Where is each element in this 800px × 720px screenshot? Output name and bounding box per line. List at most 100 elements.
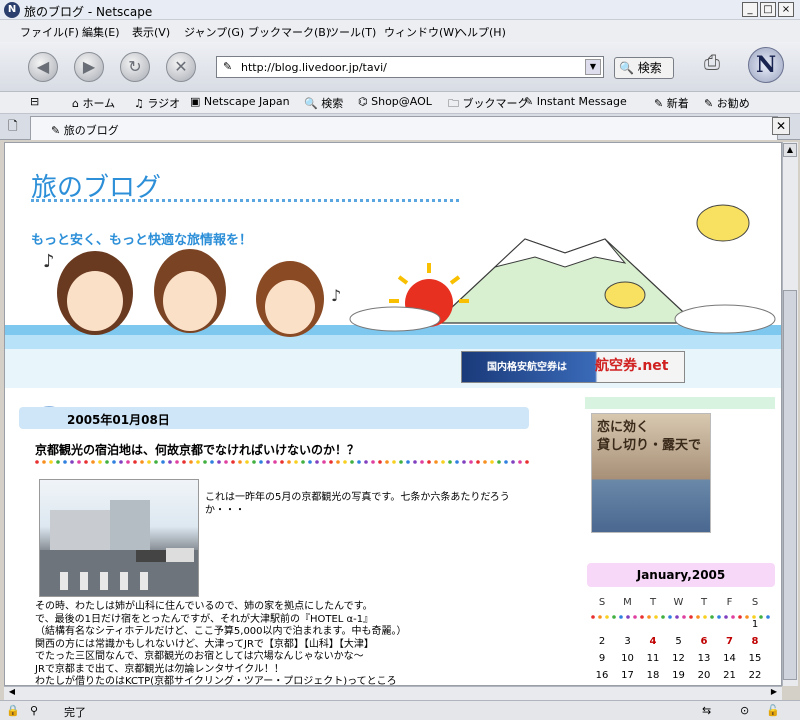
bookmark-netscape-japan[interactable]: ▣ Netscape Japan (190, 95, 290, 108)
rainbow-divider (35, 460, 529, 464)
page-content: 旅のブログ もっと安く、もっと快適な旅情報を！ ♪ ♪ 国内格安航空券は 航空券… (4, 142, 782, 686)
calendar-day[interactable]: 6 (691, 636, 717, 647)
close-tab-button[interactable]: ✕ (772, 117, 790, 135)
search-button[interactable]: 🔍 検索 (614, 57, 674, 79)
bookmark-recommended-label: お勧め (716, 97, 750, 110)
url-dropdown-icon[interactable]: ▼ (585, 59, 601, 75)
bookmark-shop-aol-label: Shop@AOL (371, 95, 432, 108)
calendar-day[interactable]: 4 (640, 636, 666, 647)
post-date-bar: 2005年01月08日 (19, 407, 529, 429)
sidebar-top-bar (585, 397, 775, 409)
bookmark-new-label: 新着 (666, 97, 689, 110)
calendar-day[interactable]: 15 (742, 653, 768, 664)
onsen-ad-line1: 恋に効く (597, 420, 650, 435)
calendar-weekday: S (598, 597, 606, 608)
menu-go[interactable]: ジャンプ(G) (184, 24, 244, 40)
bookmark-folder[interactable]: 🗀 ブックマーク (448, 95, 529, 114)
calendar-day[interactable]: 16 (589, 670, 615, 681)
bookmark-home[interactable]: ⌂ ホーム (72, 95, 115, 111)
body-line: （結構有名なシティホテルだけど、ここ予算5,000以内で泊まれます。中も奇麗。） (35, 626, 407, 637)
calendar-day[interactable]: 9 (589, 653, 615, 664)
vertical-scroll-thumb[interactable] (783, 290, 797, 680)
tab-blog[interactable]: ✎ 旅のブログ (30, 116, 778, 140)
calendar-day[interactable]: 13 (691, 653, 717, 664)
calendar-weekday: F (726, 597, 733, 608)
calendar-day[interactable]: 10 (615, 653, 641, 664)
calendar-day[interactable]: 8 (742, 636, 768, 647)
aviation-ad-brand: 航空券.net (595, 358, 669, 374)
minimize-button[interactable]: _ (742, 2, 758, 17)
calendar-day[interactable]: 22 (742, 670, 768, 681)
scroll-up-icon[interactable]: ▲ (783, 143, 797, 157)
forward-button[interactable]: ▶ (74, 52, 104, 82)
bookmark-instant-message-label: Instant Message (536, 95, 627, 108)
connection-icon[interactable]: ⚲ (30, 704, 38, 717)
tab-page-icon: ✎ (51, 124, 64, 137)
security-lock-icon[interactable]: 🔒 (6, 704, 20, 717)
calendar-day[interactable]: 2 (589, 636, 615, 647)
body-line: で、最後の1日だけ宿をとったんですが、それが大津駅前の『HOTEL α-1』 (35, 613, 374, 625)
post-title[interactable]: 京都観光の宿泊地は、何故京都でなければいけないのか！？ (35, 441, 359, 458)
window-title-bar[interactable]: N 旅のブログ - Netscape _ □ × (0, 0, 800, 20)
bookmark-search-label: 検索 (321, 97, 344, 110)
bookmark-shop-aol[interactable]: ⌬ Shop@AOL (358, 95, 432, 108)
calendar-day[interactable]: 18 (640, 670, 666, 681)
menu-file[interactable]: ファイル(F) (20, 24, 79, 40)
bookmarks-toolbar: ⊟ ⌂ ホーム ♫ ラジオ ▣ Netscape Japan 🔍 検索 ⌬ Sh… (0, 92, 800, 114)
scroll-right-icon[interactable]: ▶ (768, 687, 780, 699)
calendar-day[interactable]: 11 (640, 653, 666, 664)
reload-button[interactable]: ↻ (120, 52, 150, 82)
bookmark-instant-message[interactable]: ✎ Instant Message (524, 95, 627, 108)
calendar-day[interactable]: 19 (666, 670, 692, 681)
url-bar[interactable]: ✎ http://blog.livedoor.jp/tavi/ ▼ (216, 56, 604, 78)
popup-icon[interactable]: ⊙ (740, 704, 749, 717)
menu-edit[interactable]: 編集(E) (82, 24, 120, 40)
url-text: http://blog.livedoor.jp/tavi/ (241, 61, 387, 74)
calendar-weekday: S (751, 597, 759, 608)
menu-window[interactable]: ウィンドウ(W) (384, 24, 458, 40)
padlock-icon[interactable]: 🔓 (766, 704, 780, 717)
bookmark-recommended[interactable]: ✎ お勧め (704, 95, 750, 111)
calendar-day[interactable]: 17 (615, 670, 641, 681)
bookmark-radio[interactable]: ♫ ラジオ (134, 95, 180, 111)
stop-button[interactable]: ✕ (166, 52, 196, 82)
network-icon[interactable]: ⇆ (702, 704, 711, 717)
close-button[interactable]: × (778, 2, 794, 17)
horizontal-scrollbar[interactable] (4, 686, 782, 700)
street-scene-image (40, 500, 198, 596)
menu-tools[interactable]: ツール(T) (328, 24, 376, 40)
calendar-day[interactable]: 5 (666, 636, 692, 647)
onsen-ad-text: 恋に効く 貸し切り・露天で (597, 419, 701, 455)
back-button[interactable]: ◀ (28, 52, 58, 82)
bookmark-search[interactable]: 🔍 検索 (304, 95, 343, 111)
calendar-day[interactable]: 21 (717, 670, 743, 681)
window-title: 旅のブログ - Netscape (24, 5, 153, 19)
calendar-day[interactable]: 3 (615, 636, 641, 647)
calendar-day[interactable]: 1 (742, 619, 768, 630)
page-icon: ✎ (223, 60, 233, 73)
tab-label: 旅のブログ (63, 124, 119, 137)
post-photo[interactable] (39, 479, 199, 597)
body-line: わたしが借りたのはKCTP(京都サイクリング・ツアー・プロジェクト)ってところ (35, 676, 397, 686)
calendar-day[interactable]: 14 (717, 653, 743, 664)
aviation-ad-text: 国内格安航空券は (487, 362, 567, 373)
new-tab-icon[interactable]: 🗋 (8, 117, 26, 135)
toolbar-toggle-icon[interactable]: ⊟ (30, 95, 39, 108)
menu-view[interactable]: 表示(V) (132, 24, 170, 40)
menu-bookmarks[interactable]: ブックマーク(B) (248, 24, 330, 40)
body-line: 関西の方には常識かもしれないけど、大津ってJRで【京都】【山科】【大津】 (35, 638, 374, 650)
bookmark-netscape-japan-label: Netscape Japan (203, 95, 290, 108)
maximize-button[interactable]: □ (760, 2, 776, 17)
scroll-left-icon[interactable]: ◀ (6, 687, 18, 699)
print-icon[interactable]: ⎙ (697, 50, 727, 76)
menu-help[interactable]: ヘルプ(H) (456, 24, 506, 40)
bookmark-new[interactable]: ✎ 新着 (654, 95, 689, 111)
calendar-weekday: T (649, 597, 657, 608)
calendar-day[interactable]: 12 (666, 653, 692, 664)
calendar-day[interactable]: 7 (717, 636, 743, 647)
onsen-ad-line2: 貸し切り・露天で (597, 438, 702, 453)
netscape-logo[interactable]: N (748, 47, 784, 83)
netscape-icon: N (4, 2, 20, 18)
blog-header: 旅のブログ もっと安く、もっと快適な旅情報を！ ♪ ♪ 国内格安航空券は 航空券… (5, 143, 781, 388)
calendar-day[interactable]: 20 (691, 670, 717, 681)
